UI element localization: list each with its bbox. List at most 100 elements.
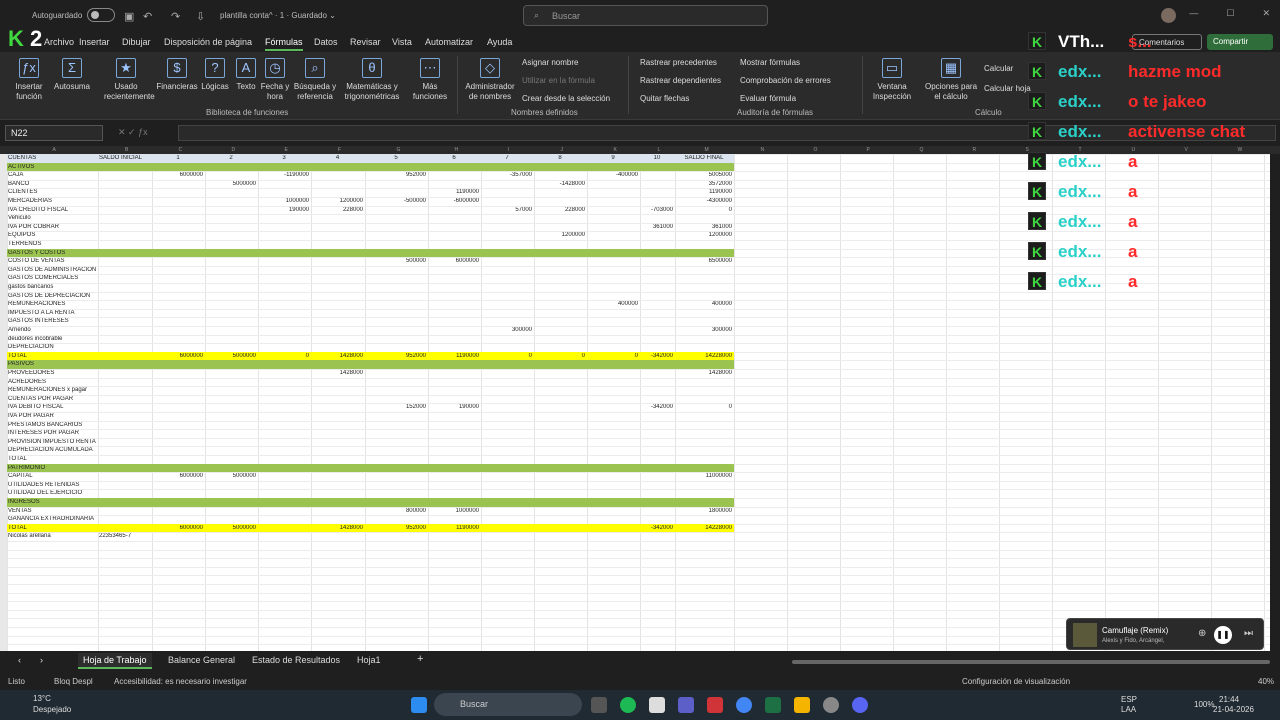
evaluate-formula-button[interactable]: Evaluar fórmula	[740, 94, 796, 103]
menu-formulas[interactable]: Fórmulas	[265, 37, 303, 51]
table-cell[interactable]: gastos bancarios	[8, 284, 96, 290]
table-cell[interactable]: CAJA	[8, 172, 96, 178]
table-cell[interactable]: SALDO FINAL	[676, 155, 732, 161]
table-cell[interactable]: -342000	[641, 525, 673, 531]
table-cell[interactable]: CUENTAS	[8, 155, 96, 161]
table-cell[interactable]: 5005000	[676, 172, 732, 178]
calc-options-button[interactable]: ▦ Opciones para el cálculo	[922, 58, 980, 102]
column-header[interactable]: J	[561, 147, 564, 153]
table-cell[interactable]: 57000	[482, 207, 532, 213]
table-cell[interactable]: 3572000	[676, 181, 732, 187]
display-settings[interactable]: Configuración de visualización	[962, 677, 1070, 686]
table-cell[interactable]: UTILIDADES RETENIDAS	[8, 482, 96, 488]
table-cell[interactable]: 11000000	[676, 473, 732, 479]
table-cell[interactable]: 0	[482, 353, 532, 359]
settings-icon[interactable]	[823, 697, 839, 713]
table-cell[interactable]: CUENTAS POR PAGAR	[8, 396, 96, 402]
column-header[interactable]: R	[973, 147, 977, 153]
chrome-icon[interactable]	[736, 697, 752, 713]
table-cell[interactable]: 1428000	[312, 525, 363, 531]
create-from-selection-button[interactable]: Crear desde la selección	[522, 94, 610, 103]
table-cell[interactable]: 300000	[676, 327, 732, 333]
table-cell[interactable]: TERRENOS	[8, 241, 96, 247]
table-cell[interactable]: EQUIPOS	[8, 232, 96, 238]
table-cell[interactable]: 6	[429, 155, 479, 161]
table-cell[interactable]: GASTOS COMERCIALES	[8, 275, 96, 281]
redo-icon[interactable]: ↷	[171, 10, 180, 23]
table-cell[interactable]: -342000	[641, 404, 673, 410]
autosum-button[interactable]: Σ Autosuma	[52, 58, 92, 92]
table-cell[interactable]: 500000	[366, 258, 426, 264]
table-cell[interactable]: 361000	[676, 224, 732, 230]
teams-icon[interactable]	[678, 697, 694, 713]
tab-balance-general[interactable]: Balance General	[168, 655, 235, 665]
table-cell[interactable]: GANANCIA EXTRAORDINARIA	[8, 516, 96, 522]
table-cell[interactable]: SALDO INICIAL	[99, 155, 150, 161]
table-cell[interactable]: 1000000	[259, 198, 309, 204]
tab-estado-resultados[interactable]: Estado de Resultados	[252, 655, 340, 665]
table-cell[interactable]: Arriendo	[8, 327, 96, 333]
table-cell[interactable]: GASTOS INTERESES	[8, 318, 96, 324]
table-cell[interactable]: 1800000	[676, 508, 732, 514]
menu-ayuda[interactable]: Ayuda	[487, 37, 512, 47]
table-cell[interactable]: 9	[588, 155, 638, 161]
table-cell[interactable]: 1200000	[312, 198, 363, 204]
table-cell[interactable]: 1190000	[429, 189, 479, 195]
table-cell[interactable]: 152000	[366, 404, 426, 410]
table-cell[interactable]: REMUNERACIONES x pagar	[8, 387, 96, 393]
table-cell[interactable]: 0	[588, 353, 638, 359]
table-cell[interactable]: -500000	[366, 198, 426, 204]
table-cell[interactable]: 1000000	[429, 508, 479, 514]
column-header[interactable]: H	[455, 147, 459, 153]
tab-hoja-de-trabajo[interactable]: Hoja de Trabajo	[78, 653, 152, 669]
table-cell[interactable]: 1190000	[676, 189, 732, 195]
folder-icon[interactable]	[794, 697, 810, 713]
menu-disposicion[interactable]: Disposición de página	[164, 37, 252, 47]
table-cell[interactable]: 361000	[641, 224, 673, 230]
table-cell[interactable]: deudores incobrable	[8, 336, 96, 342]
table-cell[interactable]: 22353465-7	[99, 533, 150, 539]
table-cell[interactable]: 6500000	[676, 258, 732, 264]
mcafee-icon[interactable]	[707, 697, 723, 713]
table-cell[interactable]: PRÉSTAMOS BANCARIOS	[8, 422, 96, 428]
add-icon[interactable]: ⊕	[1198, 628, 1206, 639]
table-cell[interactable]: 3	[259, 155, 309, 161]
table-cell[interactable]: 10	[641, 155, 673, 161]
column-header[interactable]: F	[338, 147, 341, 153]
table-cell[interactable]: Nicolas arellana	[8, 533, 96, 539]
table-cell[interactable]: 228000	[535, 207, 585, 213]
table-cell[interactable]: 1428000	[312, 370, 363, 376]
table-cell[interactable]: 1190000	[429, 353, 479, 359]
task-view-icon[interactable]	[591, 697, 607, 713]
table-cell[interactable]: 0	[676, 207, 732, 213]
discord-icon[interactable]	[852, 697, 868, 713]
horizontal-scrollbar[interactable]	[792, 660, 1270, 664]
column-header[interactable]: P	[867, 147, 870, 153]
table-cell[interactable]: TOTAL	[8, 456, 96, 462]
pause-button[interactable]: ❚❚	[1214, 626, 1232, 644]
recent-button[interactable]: ★ Usado recientemente	[104, 58, 155, 102]
table-cell[interactable]: GASTOS DE DEPRECIACION	[8, 293, 96, 299]
table-cell[interactable]: 0	[676, 404, 732, 410]
table-cell[interactable]: TOTAL	[8, 525, 96, 531]
undo-icon[interactable]: ↶	[143, 10, 152, 23]
table-cell[interactable]: 300000	[482, 327, 532, 333]
table-cell[interactable]: 5000000	[206, 525, 256, 531]
table-cell[interactable]: -1428000	[535, 181, 585, 187]
table-cell[interactable]: PASIVOS	[8, 361, 96, 367]
menu-revisar[interactable]: Revisar	[350, 37, 381, 47]
zoom-level[interactable]: 40%	[1258, 677, 1274, 686]
menu-automatizar[interactable]: Automatizar	[425, 37, 473, 47]
table-cell[interactable]: 952000	[366, 353, 426, 359]
table-cell[interactable]: PROVISION IMPUESTO RENTA	[8, 439, 96, 445]
show-formulas-button[interactable]: Mostrar fórmulas	[740, 58, 800, 67]
table-cell[interactable]: 5000000	[206, 473, 256, 479]
column-header[interactable]: Q	[920, 147, 924, 153]
table-cell[interactable]: 14228000	[676, 525, 732, 531]
accessibility-status[interactable]: Accesibilidad: es necesario investigar	[114, 677, 247, 686]
next-icon[interactable]: ⏭	[1244, 628, 1253, 639]
table-cell[interactable]: CLIENTES	[8, 189, 96, 195]
table-cell[interactable]: 1428000	[676, 370, 732, 376]
table-cell[interactable]: 6000000	[153, 473, 203, 479]
table-cell[interactable]: -4300000	[676, 198, 732, 204]
